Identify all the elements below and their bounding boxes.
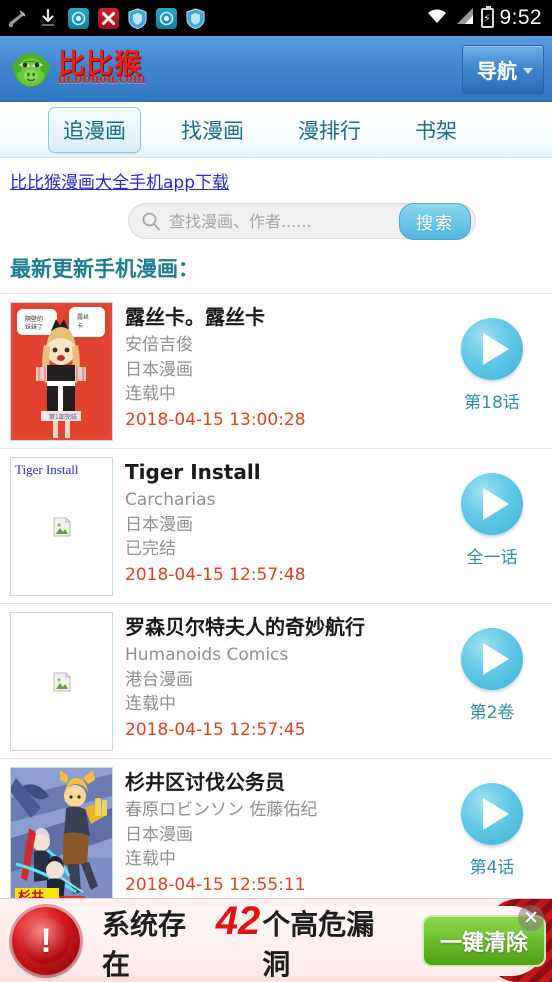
search-bar[interactable]: 搜索: [128, 202, 476, 240]
comic-region: 日本漫画: [125, 514, 193, 535]
status-bar-left-icons: [6, 7, 425, 29]
comic-author: Humanoids Comics: [125, 645, 289, 665]
comic-author: Carcharias: [125, 490, 216, 510]
comic-update-date: 2018-04-15 12:57:48: [125, 564, 306, 585]
tab-bookshelf[interactable]: 书架: [401, 108, 471, 152]
status-bar-clock: 9:52: [499, 6, 542, 29]
comic-title[interactable]: 杉井区讨伐公务员: [125, 770, 442, 795]
comic-meta: 杉井区讨伐公务员 春原ロビンソン 佐藤佑纪 日本漫画 连载中 2018-04-1…: [113, 767, 442, 898]
comic-status: 连载中: [125, 694, 176, 715]
site-logo[interactable]: 比比猴 m.bbhou.com: [10, 48, 146, 90]
comic-author: 安倍吉俊: [125, 335, 193, 355]
svg-text:露丝: 露丝: [77, 313, 89, 321]
site-header: 比比猴 m.bbhou.com 导航: [0, 36, 552, 102]
comic-update-date: 2018-04-15 13:00:28: [125, 409, 306, 430]
mute-arrow-icon: [6, 7, 28, 29]
ad-banner[interactable]: ! 系统存在 42 个高危漏洞 一键清除 ✕: [0, 898, 552, 982]
table-row[interactable]: 隔壁的 妹妹了 露丝 卡 第1部完结 露丝卡。露丝卡 安倍吉俊 日本漫画 连载中…: [0, 294, 552, 449]
battery-charging-icon: ⚡: [480, 6, 494, 28]
comic-episode[interactable]: 全一话: [467, 543, 518, 568]
ad-text-after: 个高危漏洞: [262, 907, 375, 981]
monkey-logo-icon: [10, 48, 52, 90]
comic-status: 已完结: [125, 539, 176, 560]
wifi-icon: [425, 6, 449, 30]
app-screen: ⚡ 9:52 比比猴 m.bbhou.com 导航 追漫画 找漫画 漫排行 书架…: [0, 0, 552, 982]
app-cyan-icon-2: [156, 7, 177, 29]
comic-action[interactable]: 第18话: [442, 302, 542, 413]
section-title: 最新更新手机漫画：: [10, 257, 199, 281]
comic-region: 日本漫画: [125, 824, 193, 845]
comic-update-date: 2018-04-15 12:55:11: [125, 874, 306, 895]
shield-blue-icon-2: [186, 7, 205, 29]
brand-text: 比比猴 m.bbhou.com: [58, 51, 146, 87]
table-row[interactable]: Tiger Install Tiger Install Carcharias 日…: [0, 449, 552, 604]
status-bar: ⚡ 9:52: [0, 0, 552, 36]
tab-find-comics[interactable]: 找漫画: [167, 108, 258, 152]
comic-thumbnail[interactable]: [10, 612, 113, 751]
svg-text:隔壁的: 隔壁的: [25, 315, 43, 323]
chevron-down-icon: [523, 68, 533, 74]
comic-thumbnail[interactable]: Tiger Install: [10, 457, 113, 596]
comic-thumbnail[interactable]: 杉井: [10, 767, 113, 906]
status-bar-right-icons: ⚡ 9:52: [425, 6, 542, 30]
nav-menu-label: 导航: [477, 58, 517, 83]
search-input[interactable]: [161, 211, 399, 231]
comic-title[interactable]: 罗森贝尔特夫人的奇妙航行: [125, 615, 442, 640]
tab-follow-comics[interactable]: 追漫画: [48, 106, 141, 153]
shield-blue-icon: [128, 7, 147, 29]
nav-menu-button[interactable]: 导航: [462, 44, 544, 94]
svg-text:卡: 卡: [77, 322, 83, 330]
comic-status: 连载中: [125, 384, 176, 405]
ad-vulnerability-count: 42: [215, 898, 261, 943]
svg-text:妹妹了: 妹妹了: [25, 323, 43, 331]
search-icon: [141, 211, 161, 231]
comic-meta: 罗森贝尔特夫人的奇妙航行 Humanoids Comics 港台漫画 连载中 2…: [113, 612, 442, 743]
comic-list: 隔壁的 妹妹了 露丝 卡 第1部完结 露丝卡。露丝卡 安倍吉俊 日本漫画 连载中…: [0, 293, 552, 914]
signal-icon: [455, 6, 475, 30]
app-cyan-icon: [68, 7, 89, 29]
tab-ranking[interactable]: 漫排行: [284, 108, 375, 152]
comic-action[interactable]: 第4话: [442, 767, 542, 878]
play-icon[interactable]: [461, 318, 523, 380]
comic-meta: Tiger Install Carcharias 日本漫画 已完结 2018-0…: [113, 457, 442, 588]
app-red-x-icon: [98, 7, 119, 29]
ad-message: 系统存在 42 个高危漏洞: [102, 899, 402, 982]
comic-region: 日本漫画: [125, 359, 193, 380]
app-download-link[interactable]: 比比猴漫画大全手机app下载: [0, 158, 552, 197]
brand-url: m.bbhou.com: [58, 71, 146, 87]
play-icon[interactable]: [461, 628, 523, 690]
broken-image-icon: [51, 671, 73, 693]
comic-episode[interactable]: 第2卷: [470, 698, 515, 723]
comic-meta: 露丝卡。露丝卡 安倍吉俊 日本漫画 连载中 2018-04-15 13:00:2…: [113, 302, 442, 433]
ad-content: ! 系统存在 42 个高危漏洞 一键清除: [6, 899, 546, 981]
broken-image-icon: [51, 516, 73, 538]
close-icon[interactable]: ✕: [518, 905, 544, 931]
comic-title[interactable]: 露丝卡。露丝卡: [125, 305, 442, 330]
ad-text-before: 系统存在: [102, 907, 187, 981]
comic-author: 春原ロビンソン 佐藤佑纪: [125, 800, 318, 820]
comic-status: 连载中: [125, 849, 176, 870]
table-row[interactable]: 杉井 杉井区讨伐公务员 春原ロビンソン 佐藤佑纪 日本漫画 连载中 2018-0…: [0, 759, 552, 914]
svg-text:第1部完结: 第1部完结: [49, 413, 77, 421]
comic-action[interactable]: 第2卷: [442, 612, 542, 723]
comic-episode[interactable]: 第4话: [470, 853, 515, 878]
comic-thumbnail[interactable]: 隔壁的 妹妹了 露丝 卡 第1部完结: [10, 302, 113, 441]
play-icon[interactable]: [461, 473, 523, 535]
comic-action[interactable]: 全一话: [442, 457, 542, 568]
search-area: 搜索: [0, 197, 552, 251]
search-button[interactable]: 搜索: [399, 202, 471, 240]
play-icon[interactable]: [461, 783, 523, 845]
thumbnail-alt-text: Tiger Install: [15, 462, 79, 477]
comic-update-date: 2018-04-15 12:57:45: [125, 719, 306, 740]
comic-title[interactable]: Tiger Install: [125, 460, 442, 485]
comic-episode[interactable]: 第18话: [464, 388, 520, 413]
alert-icon: !: [12, 906, 80, 975]
tab-bar: 追漫画 找漫画 漫排行 书架: [0, 102, 552, 158]
table-row[interactable]: 罗森贝尔特夫人的奇妙航行 Humanoids Comics 港台漫画 连载中 2…: [0, 604, 552, 759]
download-icon: [37, 7, 59, 29]
comic-region: 港台漫画: [125, 669, 193, 690]
